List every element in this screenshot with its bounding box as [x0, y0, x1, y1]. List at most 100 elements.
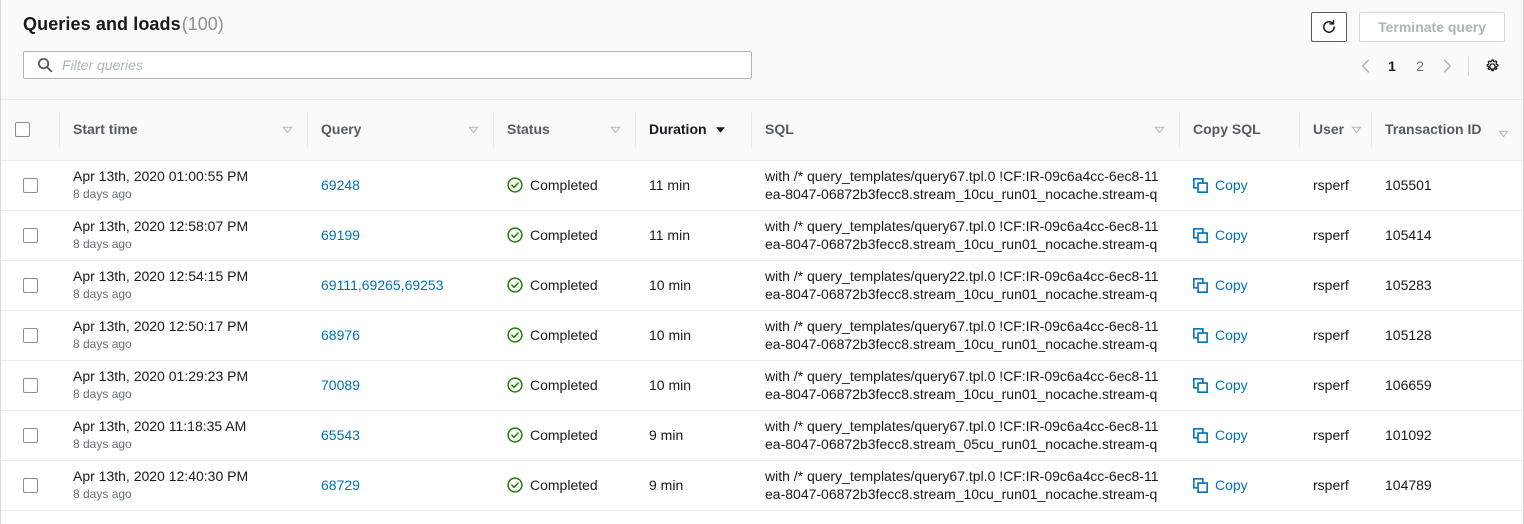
column-header-start-time[interactable]: Start time — [59, 100, 307, 160]
chevron-left-icon — [1361, 59, 1370, 73]
column-header-user[interactable]: User — [1299, 100, 1371, 160]
refresh-button[interactable] — [1311, 12, 1347, 42]
search-field[interactable] — [23, 51, 752, 79]
copy-sql-label[interactable]: Copy — [1215, 177, 1248, 193]
row-checkbox[interactable] — [23, 278, 38, 293]
settings-button[interactable] — [1479, 53, 1505, 79]
table-row[interactable]: Apr 13th, 2020 12:54:15 PM8 days ago 6911… — [1, 260, 1523, 310]
copy-sql-button[interactable]: Copy — [1193, 227, 1285, 243]
row-checkbox[interactable] — [23, 178, 38, 193]
status-success-icon — [507, 227, 523, 243]
query-id-link[interactable]: 70089 — [321, 377, 360, 393]
cell-sql: with /* query_templates/query22.tpl.0 !C… — [751, 260, 1179, 310]
table-row[interactable]: Apr 13th, 2020 11:18:35 AM8 days ago6554… — [1, 410, 1523, 460]
copy-sql-button[interactable]: Copy — [1193, 177, 1285, 193]
select-all-checkbox[interactable] — [15, 122, 30, 137]
status-label: Completed — [530, 427, 598, 443]
column-header-status[interactable]: Status — [493, 100, 635, 160]
table-row[interactable]: Apr 13th, 2020 12:58:07 PM8 days ago6919… — [1, 210, 1523, 260]
column-header-transaction-id[interactable]: Transaction ID — [1371, 100, 1523, 160]
copy-sql-label[interactable]: Copy — [1215, 427, 1248, 443]
copy-sql-label[interactable]: Copy — [1215, 277, 1248, 293]
cell-query: 70089 — [307, 360, 493, 410]
table-body: Apr 13th, 2020 01:00:55 PM8 days ago6924… — [1, 160, 1523, 510]
cell-start-time: Apr 13th, 2020 01:29:23 PM8 days ago — [59, 360, 307, 410]
row-select-cell — [1, 310, 59, 360]
sql-preview: with /* query_templates/query67.tpl.0 !C… — [765, 367, 1165, 403]
copy-sql-label[interactable]: Copy — [1215, 327, 1248, 343]
terminate-query-button[interactable]: Terminate query — [1359, 12, 1505, 42]
table-row[interactable]: Apr 13th, 2020 12:50:17 PM8 days ago6897… — [1, 310, 1523, 360]
table-row[interactable]: Apr 13th, 2020 12:40:30 PM8 days ago6872… — [1, 460, 1523, 510]
start-time-relative: 8 days ago — [73, 387, 293, 402]
gear-icon — [1484, 58, 1501, 75]
page-title: Queries and loads — [23, 14, 181, 35]
duration-value: 10 min — [649, 327, 691, 343]
duration-value: 10 min — [649, 277, 691, 293]
copy-sql-label[interactable]: Copy — [1215, 377, 1248, 393]
cell-start-time: Apr 13th, 2020 12:54:15 PM8 days ago — [59, 260, 307, 310]
row-checkbox[interactable] — [23, 328, 38, 343]
copy-sql-button[interactable]: Copy — [1193, 427, 1285, 443]
copy-icon — [1193, 278, 1208, 293]
column-header-query[interactable]: Query — [307, 100, 493, 160]
column-header-duration[interactable]: Duration — [635, 100, 751, 160]
start-time-relative: 8 days ago — [73, 187, 293, 202]
cell-query: 65543 — [307, 410, 493, 460]
cell-user: rsperf — [1299, 310, 1371, 360]
query-id-link[interactable]: 68976 — [321, 327, 360, 343]
column-label-copy-sql: Copy SQL — [1193, 120, 1261, 139]
query-id-link[interactable]: 69111,69265,69253 — [321, 277, 444, 293]
row-checkbox[interactable] — [23, 478, 38, 493]
query-id-link[interactable]: 68729 — [321, 477, 360, 493]
queries-and-loads-panel: Queries and loads (100) Terminate query — [0, 0, 1524, 524]
pagination-next-button[interactable] — [1434, 53, 1460, 79]
copy-sql-button[interactable]: Copy — [1193, 377, 1285, 393]
start-time-relative: 8 days ago — [73, 287, 293, 302]
row-select-cell — [1, 210, 59, 260]
transaction-id-value: 104789 — [1385, 477, 1432, 493]
pagination-page-2[interactable]: 2 — [1406, 53, 1434, 79]
copy-sql-label[interactable]: Copy — [1215, 227, 1248, 243]
table-row[interactable]: Apr 13th, 2020 01:00:55 PM8 days ago6924… — [1, 160, 1523, 210]
table-row[interactable]: Apr 13th, 2020 01:29:23 PM8 days ago 7008… — [1, 360, 1523, 410]
duration-value: 9 min — [649, 477, 683, 493]
column-label-status: Status — [507, 120, 550, 139]
cell-sql: with /* query_templates/query67.tpl.0 !C… — [751, 410, 1179, 460]
copy-sql-button[interactable]: Copy — [1193, 477, 1285, 493]
copy-sql-button[interactable]: Copy — [1193, 327, 1285, 343]
cell-transaction-id: 105128 — [1371, 310, 1523, 360]
sql-preview: with /* query_templates/query67.tpl.0 !C… — [765, 417, 1165, 453]
row-select-cell — [1, 410, 59, 460]
copy-sql-label[interactable]: Copy — [1215, 477, 1248, 493]
pagination-prev-button[interactable] — [1352, 53, 1378, 79]
copy-icon — [1193, 478, 1208, 493]
query-id-link[interactable]: 69199 — [321, 227, 360, 243]
pagination-page-1[interactable]: 1 — [1378, 53, 1406, 79]
cell-status: Completed — [493, 260, 635, 310]
user-value: rsperf — [1313, 377, 1349, 393]
row-checkbox[interactable] — [23, 228, 38, 243]
status-success-icon — [507, 177, 523, 193]
column-header-sql[interactable]: SQL — [751, 100, 1179, 160]
cell-user: rsperf — [1299, 260, 1371, 310]
query-id-link[interactable]: 69248 — [321, 177, 360, 193]
sort-descending-icon — [468, 124, 479, 135]
duration-value: 10 min — [649, 377, 691, 393]
cell-user: rsperf — [1299, 160, 1371, 210]
cell-duration: 10 min — [635, 360, 751, 410]
search-input[interactable] — [62, 55, 751, 75]
start-time-relative: 8 days ago — [73, 237, 293, 252]
row-checkbox[interactable] — [23, 378, 38, 393]
cell-copy-sql: Copy — [1179, 360, 1299, 410]
pagination-divider — [1468, 56, 1469, 76]
row-checkbox[interactable] — [23, 428, 38, 443]
user-value: rsperf — [1313, 427, 1349, 443]
copy-sql-button[interactable]: Copy — [1193, 277, 1285, 293]
query-id-link[interactable]: 65543 — [321, 427, 360, 443]
status-success-icon — [507, 427, 523, 443]
cell-transaction-id: 101092 — [1371, 410, 1523, 460]
row-select-cell — [1, 260, 59, 310]
sql-preview: with /* query_templates/query67.tpl.0 !C… — [765, 167, 1165, 203]
sort-descending-icon — [1351, 124, 1362, 135]
